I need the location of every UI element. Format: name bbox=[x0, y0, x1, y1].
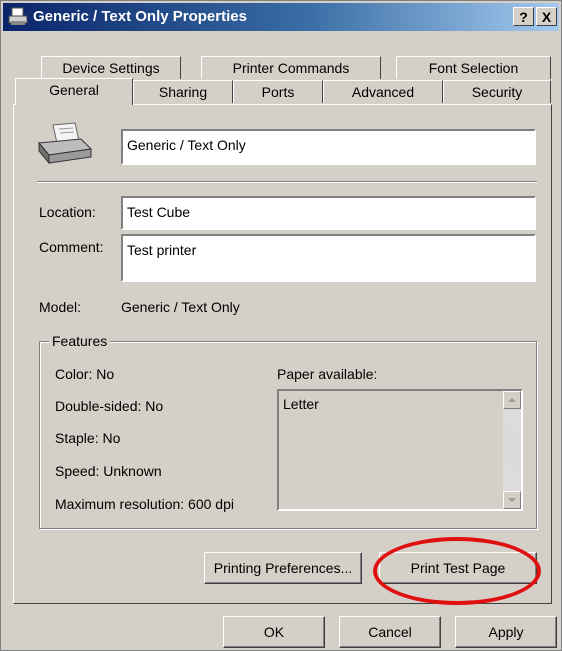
printer-large-icon bbox=[38, 122, 93, 165]
cancel-button[interactable]: Cancel bbox=[339, 616, 441, 648]
paper-item[interactable]: Letter bbox=[283, 396, 319, 412]
paper-list[interactable]: Letter bbox=[277, 389, 523, 511]
tab-device-settings[interactable]: Device Settings bbox=[41, 56, 181, 79]
apply-button[interactable]: Apply bbox=[455, 616, 557, 648]
comment-field[interactable]: Test printer bbox=[121, 234, 536, 282]
printer-name-field[interactable]: Generic / Text Only bbox=[121, 129, 536, 165]
tab-general[interactable]: General bbox=[15, 78, 133, 105]
comment-label: Comment: bbox=[39, 239, 104, 255]
double-sided-feature: Double-sided: No bbox=[55, 398, 164, 414]
tab-security[interactable]: Security bbox=[443, 80, 551, 103]
paper-available-label: Paper available: bbox=[277, 366, 378, 382]
scroll-down-button[interactable] bbox=[503, 491, 521, 509]
separator bbox=[37, 181, 537, 183]
speed-feature: Speed: Unknown bbox=[55, 463, 162, 479]
max-resolution-feature: Maximum resolution: 600 dpi bbox=[55, 496, 234, 512]
model-value: Generic / Text Only bbox=[121, 299, 240, 315]
tab-ports[interactable]: Ports bbox=[233, 80, 323, 103]
tab-font-selection[interactable]: Font Selection bbox=[396, 56, 551, 79]
model-label: Model: bbox=[39, 299, 82, 315]
properties-dialog: Generic / Text Only Properties ? X Devic… bbox=[0, 0, 562, 651]
staple-feature: Staple: No bbox=[55, 430, 121, 446]
scroll-up-button[interactable] bbox=[503, 391, 521, 409]
printing-preferences-button[interactable]: Printing Preferences... bbox=[204, 552, 362, 584]
tab-advanced[interactable]: Advanced bbox=[323, 80, 443, 103]
help-button[interactable]: ? bbox=[513, 7, 534, 26]
tab-printer-commands[interactable]: Printer Commands bbox=[201, 56, 381, 79]
close-button[interactable]: X bbox=[536, 7, 557, 26]
location-field[interactable]: Test Cube bbox=[121, 196, 536, 230]
arrow-up-icon bbox=[508, 398, 516, 402]
title-bar[interactable]: Generic / Text Only Properties ? X bbox=[3, 3, 559, 31]
ok-button[interactable]: OK bbox=[223, 616, 325, 648]
paper-list-scrollbar[interactable] bbox=[503, 391, 521, 509]
tab-sharing[interactable]: Sharing bbox=[133, 80, 233, 103]
window-title: Generic / Text Only Properties bbox=[33, 8, 247, 25]
location-label: Location: bbox=[39, 204, 96, 220]
color-feature: Color: No bbox=[55, 366, 115, 382]
features-title: Features bbox=[49, 333, 111, 349]
printer-icon bbox=[8, 7, 28, 25]
print-test-page-button[interactable]: Print Test Page bbox=[379, 552, 537, 584]
arrow-down-icon bbox=[508, 498, 516, 502]
